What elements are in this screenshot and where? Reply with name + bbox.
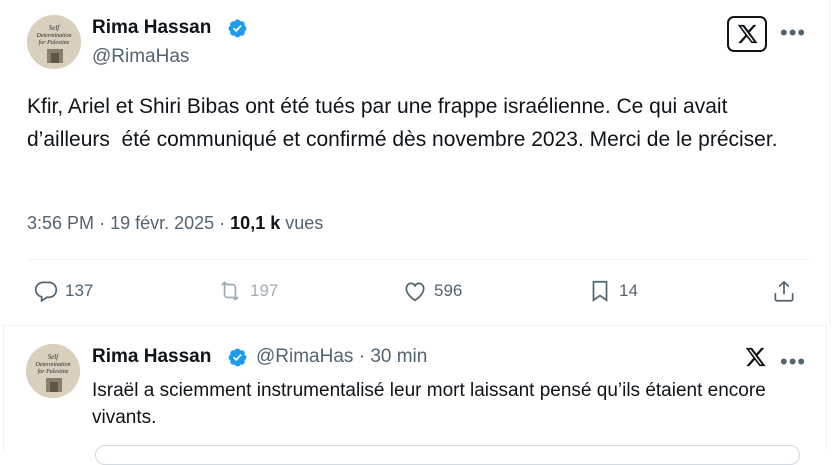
bookmark-count: 14 [619, 281, 638, 300]
repost-icon [221, 281, 239, 301]
meta-separator: · [99, 213, 111, 233]
author-handle[interactable]: @RimaHas [92, 46, 189, 68]
reply-author-name[interactable]: Rima Hassan [92, 346, 211, 368]
quoted-tweet-card[interactable] [95, 445, 800, 465]
reply-handle-text[interactable]: @RimaHas [256, 346, 353, 367]
reply-count: 137 [65, 281, 94, 300]
verified-badge-icon [227, 18, 248, 44]
like-count: 596 [434, 281, 463, 300]
svg-text:for Palestine: for Palestine [39, 39, 70, 46]
svg-text:Self: Self [49, 24, 61, 32]
reply-time-ago[interactable]: 30 min [370, 346, 427, 367]
share-button[interactable] [771, 278, 803, 304]
author-name[interactable]: Rima Hassan [92, 17, 211, 39]
svg-text:Determination: Determination [35, 362, 71, 368]
views-count: 10,1 k [230, 213, 281, 233]
main-tweet: Self Determination for Palestine Rima Ha… [0, 0, 830, 325]
tweet-time[interactable]: 3:56 PM [27, 213, 94, 233]
reply-icon [34, 281, 58, 303]
x-logo-icon[interactable] [744, 346, 766, 373]
heart-icon [405, 282, 425, 302]
more-options-icon[interactable]: ••• [780, 351, 806, 373]
x-logo-icon[interactable] [727, 16, 767, 52]
svg-text:Determination: Determination [36, 33, 72, 39]
reply-button[interactable]: 137 [33, 278, 93, 304]
svg-text:Self: Self [48, 353, 60, 361]
reply-author-handle[interactable]: @RimaHas · 30 min [256, 346, 427, 368]
views-label: vues [285, 213, 324, 233]
bookmark-button[interactable]: 14 [587, 278, 638, 304]
verified-badge-icon [227, 347, 248, 373]
divider [27, 259, 809, 260]
more-options-icon[interactable]: ••• [780, 22, 806, 44]
svg-text:for Palestine: for Palestine [38, 368, 69, 375]
meta-separator: · [219, 213, 231, 233]
repost-count: 197 [250, 281, 279, 300]
tweet-date[interactable]: 19 févr. 2025 [110, 213, 214, 233]
avatar[interactable]: Self Determination for Palestine [26, 344, 80, 398]
meta-separator: · [358, 346, 371, 367]
reply-text: Israël a sciemment instrumentalisé leur … [92, 380, 766, 428]
bookmark-icon [592, 280, 608, 302]
tweet-meta: 3:56 PM · 19 févr. 2025 · 10,1 k vues [27, 213, 323, 234]
avatar[interactable]: Self Determination for Palestine [27, 15, 81, 69]
repost-button[interactable]: 197 [216, 278, 278, 304]
share-icon [774, 280, 794, 302]
tweet-text: Kfir, Ariel et Shiri Bibas ont été tués … [27, 95, 778, 151]
like-button[interactable]: 596 [402, 278, 462, 304]
